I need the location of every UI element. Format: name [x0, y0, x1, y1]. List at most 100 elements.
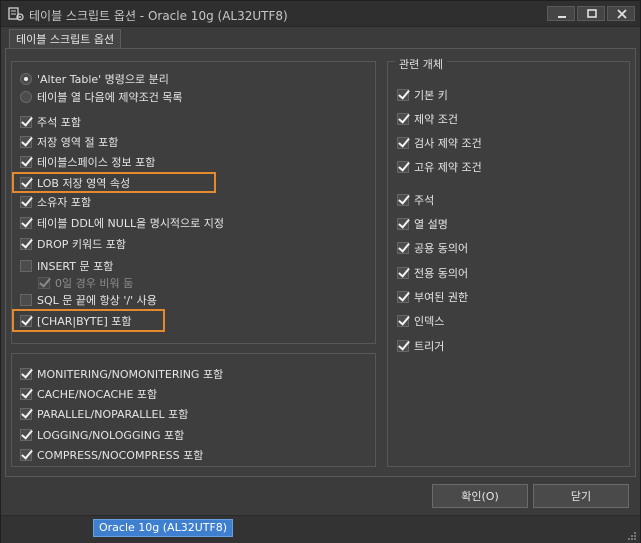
checkbox-label: 0일 경우 비워 둠: [55, 277, 134, 290]
close-window-button[interactable]: [607, 6, 635, 21]
minimize-icon: [558, 16, 566, 18]
checkbox[interactable]: [20, 196, 32, 208]
related-objects-title: 관련 개체: [395, 56, 447, 72]
check-logging[interactable]: LOGGING/NOLOGGING 포함: [20, 427, 184, 443]
checkbox-label: 소유자 포함: [37, 196, 92, 209]
checkbox-label: PARALLEL/NOPARALLEL 포함: [37, 408, 189, 421]
checkbox-label: 고유 제약 조건: [414, 161, 482, 174]
check-cache[interactable]: CACHE/NOCACHE 포함: [20, 386, 157, 402]
checkbox-label: 검사 제약 조건: [414, 137, 482, 150]
checkbox[interactable]: [20, 260, 32, 272]
radio-inline-constraints[interactable]: 테이블 열 다음에 제약조건 목록: [20, 89, 183, 105]
checkbox-label: 트리거: [414, 340, 445, 353]
checkbox[interactable]: [20, 294, 32, 306]
checkbox[interactable]: [397, 89, 409, 101]
radio-button[interactable]: [20, 91, 32, 103]
check-empty-if-zero: 0일 경우 비워 둠: [38, 275, 133, 291]
check-indexes[interactable]: 인덱스: [397, 313, 444, 329]
check-explicit-null[interactable]: 테이블 DDL에 NULL을 명시적으로 지정: [20, 215, 224, 231]
checkbox-label: COMPRESS/NOCOMPRESS 포함: [37, 449, 204, 462]
radio-label: 테이블 열 다음에 제약조건 목록: [37, 91, 183, 104]
checkbox[interactable]: [20, 429, 32, 441]
checkbox[interactable]: [397, 267, 409, 279]
checkbox[interactable]: [397, 137, 409, 149]
checkbox[interactable]: [397, 194, 409, 206]
check-check-constraints[interactable]: 검사 제약 조건: [397, 135, 482, 151]
checkbox[interactable]: [397, 242, 409, 254]
checkbox-label: 테이블 DDL에 NULL을 명시적으로 지정: [37, 217, 225, 230]
check-unique-constraints[interactable]: 고유 제약 조건: [397, 159, 482, 175]
check-column-descriptions[interactable]: 열 설명: [397, 216, 448, 232]
checkbox-label: 저장 영역 절 포함: [37, 136, 119, 149]
radio-alter-table[interactable]: 'Alter Table' 명령으로 분리: [20, 71, 169, 87]
tab-strip: 테이블 스크립트 옵션: [5, 28, 638, 49]
tab-table-script-options[interactable]: 테이블 스크립트 옵션: [9, 29, 122, 49]
check-private-synonyms[interactable]: 전용 동의어: [397, 265, 468, 281]
checkbox-label: MONITERING/NOMONITERING 포함: [37, 368, 224, 381]
maximize-icon: [587, 9, 597, 18]
checkbox-label: 공용 동의어: [414, 242, 469, 255]
checkbox[interactable]: [20, 408, 32, 420]
checkbox[interactable]: [397, 291, 409, 303]
checkbox[interactable]: [397, 340, 409, 352]
checkbox[interactable]: [20, 116, 32, 128]
check-related-comments[interactable]: 주석: [397, 192, 434, 208]
check-always-slash[interactable]: SQL 문 끝에 항상 '/' 사용: [20, 292, 157, 308]
checkbox[interactable]: [397, 218, 409, 230]
checkbox-label: 주석 포함: [37, 116, 81, 129]
close-button[interactable]: 닫기: [533, 484, 629, 508]
check-constraints[interactable]: 제약 조건: [397, 111, 458, 127]
checkbox-label: 부여된 권한: [414, 291, 469, 304]
checkbox-label: SQL 문 끝에 항상 '/' 사용: [37, 294, 157, 307]
checkbox[interactable]: [397, 315, 409, 327]
minimize-button[interactable]: [547, 6, 575, 21]
checkbox-label: 열 설명: [414, 218, 448, 231]
check-compress[interactable]: COMPRESS/NOCOMPRESS 포함: [20, 447, 203, 463]
resize-grip-icon[interactable]: [627, 531, 637, 541]
checkbox-label: CACHE/NOCACHE 포함: [37, 388, 158, 401]
checkbox[interactable]: [20, 156, 32, 168]
window-title: 테이블 스크립트 옵션 - Oracle 10g (AL32UTF8): [29, 9, 288, 23]
title-bar[interactable]: 테이블 스크립트 옵션 - Oracle 10g (AL32UTF8): [1, 1, 640, 27]
checkbox[interactable]: [20, 449, 32, 461]
table-script-icon: [8, 7, 24, 21]
maximize-button[interactable]: [577, 6, 605, 21]
checkbox-label: 기본 키: [414, 89, 448, 102]
checkbox[interactable]: [20, 388, 32, 400]
ok-button[interactable]: 확인(O): [432, 484, 528, 508]
checkbox[interactable]: [20, 368, 32, 380]
radio-button[interactable]: [20, 73, 32, 85]
checkbox-label: 제약 조건: [414, 113, 458, 126]
check-include-tablespace[interactable]: 테이블스페이스 정보 포함: [20, 154, 155, 170]
checkbox-label: DROP 키워드 포함: [37, 238, 126, 251]
close-icon: [617, 9, 627, 19]
check-drop-keyword[interactable]: DROP 키워드 포함: [20, 236, 126, 252]
checkbox-label: 테이블스페이스 정보 포함: [37, 156, 156, 169]
checkbox-label: LOGGING/NOLOGGING 포함: [37, 429, 185, 442]
highlight-box: [12, 172, 216, 193]
check-granted-privileges[interactable]: 부여된 권한: [397, 289, 468, 305]
check-monitoring[interactable]: MONITERING/NOMONITERING 포함: [20, 366, 223, 382]
check-public-synonyms[interactable]: 공용 동의어: [397, 240, 468, 256]
check-parallel[interactable]: PARALLEL/NOPARALLEL 포함: [20, 406, 188, 422]
checkbox[interactable]: [397, 113, 409, 125]
checkbox-label: 인덱스: [414, 315, 445, 328]
checkbox-label: 전용 동의어: [414, 267, 469, 280]
check-include-comments[interactable]: 주석 포함: [20, 114, 81, 130]
checkbox-label: 주석: [414, 194, 435, 207]
checkbox[interactable]: [20, 136, 32, 148]
dialog-window: 테이블 스크립트 옵션 - Oracle 10g (AL32UTF8) 테이블 …: [0, 0, 641, 543]
radio-label: 'Alter Table' 명령으로 분리: [37, 73, 169, 86]
check-primary-key[interactable]: 기본 키: [397, 87, 448, 103]
check-include-storage-clause[interactable]: 저장 영역 절 포함: [20, 134, 118, 150]
checkbox[interactable]: [20, 217, 32, 229]
checkbox[interactable]: [397, 161, 409, 173]
connection-status-badge: Oracle 10g (AL32UTF8): [93, 519, 234, 537]
checkbox-label: INSERT 문 포함: [37, 260, 114, 273]
check-include-owner[interactable]: 소유자 포함: [20, 194, 91, 210]
check-insert-statements[interactable]: INSERT 문 포함: [20, 258, 113, 274]
checkbox[interactable]: [20, 238, 32, 250]
checkbox: [38, 277, 50, 289]
highlight-box: [12, 309, 165, 332]
check-triggers[interactable]: 트리거: [397, 338, 444, 354]
